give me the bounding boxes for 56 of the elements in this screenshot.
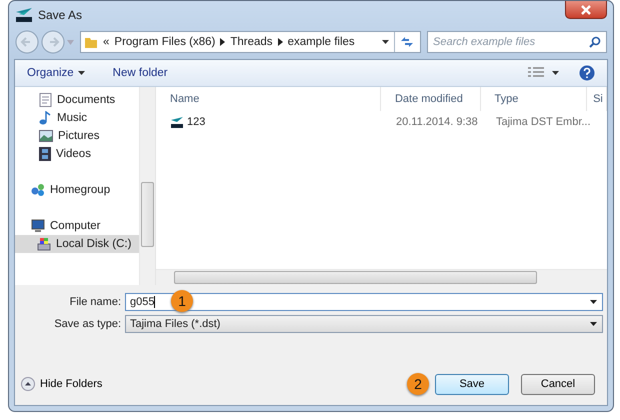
sidebar-item[interactable]: Documents [15, 91, 139, 109]
breadcrumb-segment[interactable]: Threads [230, 36, 273, 48]
caret-icon [590, 322, 597, 326]
homegroup-icon [31, 183, 45, 197]
caret-icon[interactable] [590, 300, 597, 304]
sidebar-item[interactable]: Computer [15, 217, 139, 235]
sidebar-item[interactable]: Videos [15, 145, 139, 163]
sidebar-item[interactable]: Pictures [15, 127, 139, 145]
sidebar-item[interactable]: Music [15, 109, 139, 127]
window-title: Save As [38, 8, 82, 22]
organize-menu[interactable]: Organize [23, 65, 89, 81]
field-label: Save as type: [53, 318, 122, 330]
document-icon [39, 93, 52, 107]
field-label: File name: [68, 296, 122, 308]
folder-icon [84, 35, 98, 49]
table-cell: Tajima DST Embr... [496, 116, 591, 128]
breadcrumb-overflow[interactable]: « [103, 36, 110, 48]
sidebar-item[interactable]: Local Disk (C:) [15, 235, 139, 253]
sidebar-item[interactable]: Homegroup [15, 181, 139, 199]
hide-folders-button[interactable]: Hide Folders [21, 377, 102, 391]
save-button[interactable]: Save [435, 374, 509, 394]
view-list-icon[interactable] [528, 67, 544, 79]
step-marker: 1 [171, 290, 193, 312]
cancel-button[interactable]: Cancel [521, 374, 595, 394]
column-header[interactable]: Si [587, 87, 607, 111]
column-header[interactable]: Name [156, 87, 381, 111]
close-button[interactable] [565, 1, 607, 19]
new-folder-button[interactable]: New folder [108, 65, 172, 81]
save-as-type-dropdown[interactable]: Tajima Files (*.dst) [125, 315, 603, 333]
dropdown-caret-icon[interactable] [382, 40, 389, 44]
computer-icon [31, 219, 45, 233]
breadcrumb-segment[interactable]: Program Files (x86) [114, 36, 216, 48]
vertical-scrollbar[interactable] [139, 87, 155, 285]
horizontal-scrollbar[interactable] [156, 269, 607, 285]
search-icon [589, 36, 601, 48]
breadcrumb-arrow-icon[interactable] [220, 38, 226, 46]
disk-icon [37, 237, 51, 251]
app-logo-icon [170, 116, 184, 128]
help-icon[interactable] [579, 65, 595, 81]
film-icon [39, 147, 51, 161]
refresh-icon[interactable] [400, 36, 414, 48]
table-cell: 20.11.2014. 9:38 [396, 116, 478, 128]
step-marker: 2 [407, 373, 429, 395]
address-bar[interactable]: « Program Files (x86) Threads example files [80, 31, 421, 53]
file-name[interactable]: 123 [187, 116, 206, 128]
view-caret-icon[interactable] [552, 71, 559, 75]
music-note-icon [39, 111, 52, 125]
column-header[interactable]: Date modified [380, 87, 481, 111]
caret-icon [78, 71, 85, 75]
app-logo-icon [15, 7, 33, 23]
close-icon [581, 4, 591, 14]
column-header[interactable]: Type [480, 87, 588, 111]
breadcrumb-arrow-icon[interactable] [278, 38, 283, 46]
picture-icon [39, 130, 53, 142]
search-field[interactable]: Search example files [427, 31, 607, 53]
breadcrumb-segment[interactable]: example files [288, 36, 355, 48]
